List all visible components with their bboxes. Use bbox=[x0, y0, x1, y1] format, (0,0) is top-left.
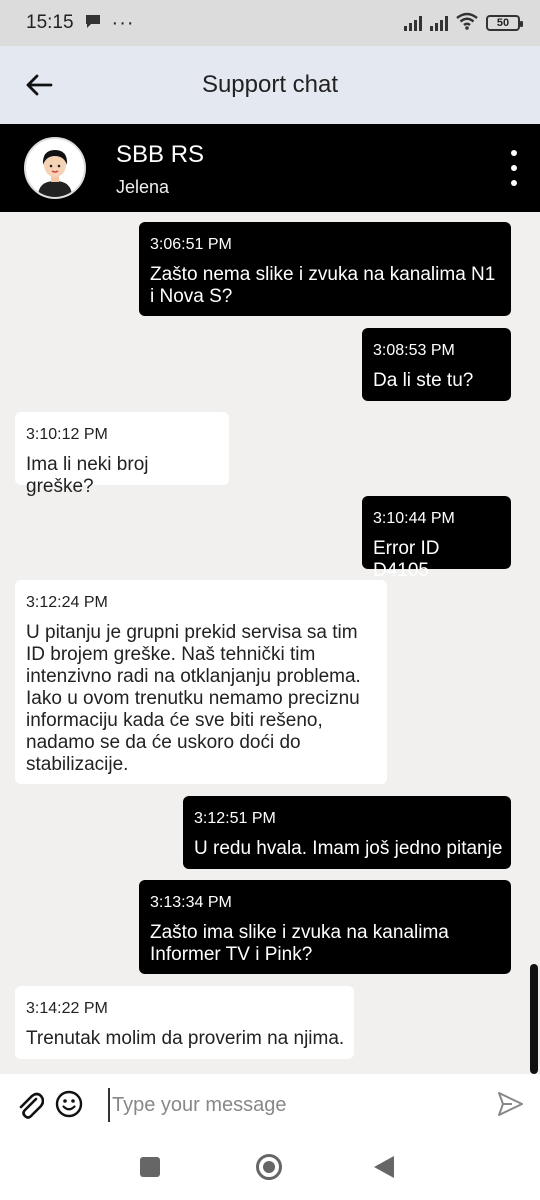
chat-notification-icon bbox=[84, 13, 102, 34]
smiley-icon bbox=[55, 1090, 83, 1118]
back-button[interactable] bbox=[20, 66, 58, 104]
send-icon bbox=[498, 1092, 523, 1116]
message-input[interactable] bbox=[108, 1088, 478, 1122]
message-bubble-outgoing: 3:10:44 PM Error ID D4105 bbox=[362, 496, 511, 581]
message-text: Trenutak molim da proverim na njima. bbox=[26, 1028, 345, 1049]
message-bubble-outgoing: 3:06:51 PM Zašto nema slike i zvuka na k… bbox=[139, 222, 511, 316]
battery-icon: 50 bbox=[486, 15, 523, 31]
message-text: Zašto nema slike i zvuka na kanalima N1 … bbox=[150, 264, 496, 307]
chat-area[interactable]: 3:06:51 PM Zašto nema slike i zvuka na k… bbox=[0, 212, 540, 1074]
status-bar: 15:15 ··· 50 bbox=[0, 0, 540, 46]
message-text: Zašto ima slike i zvuka na kanalima Info… bbox=[150, 922, 449, 965]
message-time: 3:12:51 PM bbox=[194, 810, 276, 827]
arrow-left-icon bbox=[26, 74, 53, 96]
message-bubble-incoming: 3:14:22 PM Trenutak molim da proverim na… bbox=[15, 986, 354, 1059]
agent-name: SBB RS bbox=[116, 141, 205, 168]
agent-subtitle: Jelena bbox=[116, 177, 170, 197]
message-time: 3:10:12 PM bbox=[26, 426, 108, 443]
status-left: 15:15 ··· bbox=[26, 12, 135, 35]
status-right: 50 bbox=[404, 12, 523, 35]
emoji-button[interactable] bbox=[55, 1090, 83, 1118]
chat-scrollbar[interactable] bbox=[530, 964, 538, 1074]
send-button[interactable] bbox=[496, 1090, 524, 1118]
message-bubble-outgoing: 3:08:53 PM Da li ste tu? bbox=[362, 328, 511, 401]
home-icon[interactable] bbox=[256, 1154, 282, 1180]
message-bubble-outgoing: 3:13:34 PM Zašto ima slike i zvuka na ka… bbox=[139, 880, 511, 974]
page-title: Support chat bbox=[201, 71, 339, 98]
message-time: 3:08:53 PM bbox=[373, 342, 455, 359]
message-text: Ima li neki broj greške? bbox=[26, 454, 149, 497]
message-bubble-incoming: 3:10:12 PM Ima li neki broj greške? bbox=[15, 412, 229, 497]
message-time: 3:14:22 PM bbox=[26, 1000, 108, 1017]
status-time: 15:15 bbox=[26, 12, 74, 33]
message-time: 3:10:44 PM bbox=[373, 510, 455, 527]
nav-back-icon[interactable] bbox=[374, 1156, 394, 1178]
message-bubble-incoming: 3:12:24 PM U pitanju je grupni prekid se… bbox=[15, 580, 387, 784]
message-text: U pitanju je grupni prekid servisa sa ti… bbox=[26, 622, 361, 775]
agent-bar: SBB RS Jelena bbox=[0, 124, 540, 212]
wifi-icon bbox=[456, 12, 478, 35]
attach-button[interactable] bbox=[16, 1090, 45, 1120]
more-vertical-icon-dot bbox=[511, 165, 517, 171]
paperclip-icon bbox=[19, 1092, 45, 1119]
message-bubble-outgoing: 3:12:51 PM U redu hvala. Imam još jedno … bbox=[183, 796, 511, 869]
app-header: Support chat bbox=[0, 46, 540, 124]
agent-avatar bbox=[24, 137, 86, 199]
more-vertical-icon-dot bbox=[511, 180, 517, 186]
composer-bar bbox=[0, 1074, 540, 1136]
message-text: U redu hvala. Imam još jedno pitanje bbox=[194, 838, 503, 859]
message-time: 3:06:51 PM bbox=[150, 236, 232, 253]
message-time: 3:13:34 PM bbox=[150, 894, 232, 911]
more-options-button[interactable] bbox=[504, 150, 524, 186]
message-text: Error ID D4105 bbox=[373, 538, 440, 581]
message-time: 3:12:24 PM bbox=[26, 594, 108, 611]
recent-apps-icon[interactable] bbox=[140, 1157, 160, 1177]
signal-icon-2 bbox=[430, 15, 448, 31]
status-more-dots: ··· bbox=[111, 11, 135, 34]
message-text: Da li ste tu? bbox=[373, 370, 474, 391]
system-nav-bar bbox=[0, 1136, 540, 1200]
signal-icon bbox=[404, 15, 422, 31]
more-vertical-icon bbox=[511, 150, 517, 156]
